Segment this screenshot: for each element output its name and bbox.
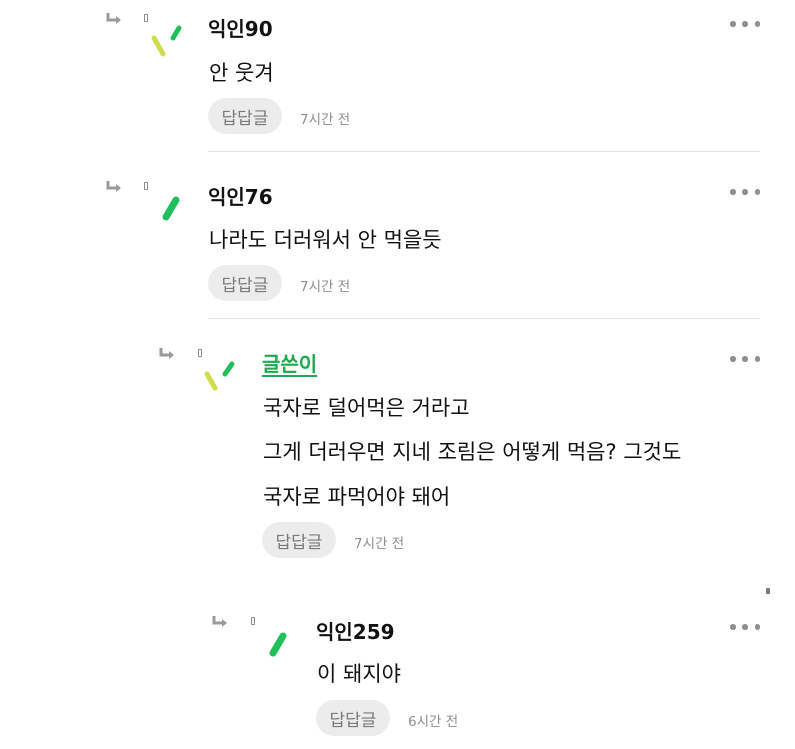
- comment-text-line: 국자로 파먹어야 돼어: [263, 485, 451, 509]
- comment-text-line: 나라도 더러워서 안 먹을듯: [209, 228, 442, 252]
- level-marker-icon: [144, 182, 148, 190]
- more-options-icon[interactable]: [730, 20, 760, 28]
- level-marker-icon: [251, 617, 255, 625]
- comment-time: 7시간 전: [300, 112, 351, 128]
- double-dash-avatar-icon: [151, 25, 182, 57]
- divider: [208, 318, 760, 319]
- reply-button[interactable]: 답답글: [208, 98, 282, 134]
- double-dash-avatar-icon: [204, 361, 235, 391]
- reply-button[interactable]: 답답글: [316, 700, 390, 736]
- level-marker-icon: [144, 14, 148, 22]
- more-options-icon[interactable]: [730, 188, 760, 196]
- comment-text-line: 국자로 덜어먹은 거라고: [263, 396, 470, 420]
- reply-arrow-icon: [106, 13, 121, 24]
- level-marker-icon: [198, 349, 202, 357]
- comment-time: 6시간 전: [408, 714, 459, 730]
- comment-text-line: 이 돼지야: [317, 662, 401, 686]
- comment-author[interactable]: 익인90: [208, 13, 273, 42]
- comment-text-line: 안 웃겨: [209, 61, 274, 85]
- comment-thread: 익인90 안 웃겨 답답글 7시간 전 익인76 나라도 더러워서 안 먹을듯 …: [0, 0, 795, 749]
- single-dash-avatar-icon: [162, 196, 180, 221]
- comment-time: 7시간 전: [300, 279, 351, 295]
- comment-author[interactable]: 익인76: [208, 181, 273, 210]
- comment-text-line: 그게 더러우면 지네 조림은 어떻게 먹음? 그것도: [263, 440, 682, 464]
- reply-button[interactable]: 답답글: [262, 522, 336, 558]
- more-options-icon[interactable]: [730, 355, 760, 363]
- reply-arrow-icon: [159, 348, 174, 359]
- scroll-indicator: [766, 588, 770, 594]
- reply-arrow-icon: [106, 181, 121, 192]
- more-options-icon[interactable]: [730, 623, 760, 631]
- divider: [208, 151, 760, 152]
- comment-time: 7시간 전: [354, 536, 405, 552]
- reply-arrow-icon: [212, 616, 227, 627]
- comment-author-op[interactable]: 글쓴이: [262, 348, 317, 377]
- single-dash-avatar-icon: [269, 632, 287, 657]
- comment-author[interactable]: 익인259: [316, 616, 395, 645]
- reply-button[interactable]: 답답글: [208, 265, 282, 301]
